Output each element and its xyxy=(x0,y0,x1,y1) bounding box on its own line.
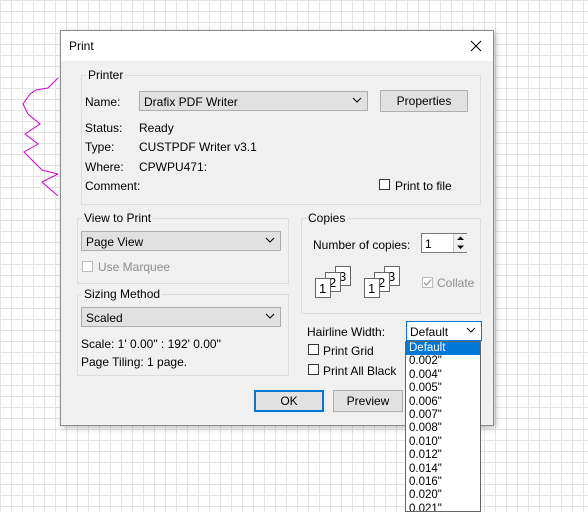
page-tiling-text: Page Tiling: 1 page. xyxy=(81,355,188,369)
printer-name-select[interactable]: Drafix PDF Writer xyxy=(139,91,368,111)
print-grid-checkbox[interactable] xyxy=(308,344,319,355)
dropdown-option[interactable]: 0.008" xyxy=(406,422,480,435)
type-value: CUSTPDF Writer v3.1 xyxy=(139,140,257,154)
chevron-down-icon xyxy=(466,327,476,333)
dropdown-option[interactable]: 0.010" xyxy=(406,436,480,449)
collate-label: Collate xyxy=(437,276,475,290)
collate-pages-icon: 3 2 1 xyxy=(364,266,412,300)
ok-button[interactable]: OK xyxy=(254,390,324,412)
comment-label: Comment: xyxy=(85,179,141,193)
copies-spinner[interactable] xyxy=(453,234,467,252)
dropdown-option[interactable]: 0.005" xyxy=(406,382,480,395)
check-icon xyxy=(423,279,432,286)
dialog-title: Print xyxy=(69,39,94,53)
number-of-copies-value: 1 xyxy=(425,237,432,251)
chevron-down-icon xyxy=(352,97,362,103)
close-icon[interactable] xyxy=(459,31,493,61)
preview-button[interactable]: Preview xyxy=(333,390,403,412)
dropdown-option[interactable]: 0.012" xyxy=(406,449,480,462)
print-to-file-label: Print to file xyxy=(395,179,452,193)
dropdown-option[interactable]: 0.006" xyxy=(406,396,480,409)
hairline-width-select[interactable]: Default xyxy=(406,321,482,341)
print-all-black-checkbox[interactable] xyxy=(308,364,319,375)
dropdown-option[interactable]: 0.014" xyxy=(406,463,480,476)
chevron-down-icon xyxy=(265,237,275,243)
dropdown-option[interactable]: 0.002" xyxy=(406,355,480,368)
use-marquee-label: Use Marquee xyxy=(98,260,171,274)
sizing-method-select[interactable]: Scaled xyxy=(81,307,281,327)
printer-group-label: Printer xyxy=(86,68,126,82)
chevron-down-icon xyxy=(265,313,275,319)
print-all-black-label: Print All Black xyxy=(323,364,397,378)
name-label: Name: xyxy=(85,95,121,109)
title-bar: Print xyxy=(61,31,493,61)
view-to-print-select[interactable]: Page View xyxy=(81,231,281,251)
hairline-width-label: Hairline Width: xyxy=(307,325,386,339)
dropdown-option[interactable]: 0.004" xyxy=(406,369,480,382)
dropdown-option[interactable]: 0.007" xyxy=(406,409,480,422)
spin-up-icon[interactable] xyxy=(456,235,465,242)
spin-down-icon[interactable] xyxy=(456,244,465,251)
dropdown-option[interactable]: 0.020" xyxy=(406,489,480,502)
dropdown-option[interactable]: Default xyxy=(406,342,480,356)
hairline-width-dropdown-list[interactable]: Default 0.002" 0.004" 0.005" 0.006" 0.00… xyxy=(405,341,481,512)
view-to-print-label: View to Print xyxy=(82,211,154,225)
number-of-copies-input[interactable]: 1 xyxy=(421,233,467,253)
page-digit: 1 xyxy=(319,281,327,296)
dropdown-option[interactable]: 0.021" xyxy=(406,503,480,511)
number-of-copies-label: Number of copies: xyxy=(313,238,411,252)
scale-text: Scale: 1' 0.00" : 192' 0.00" xyxy=(81,337,221,351)
properties-button[interactable]: Properties xyxy=(380,90,468,112)
collate-pages-icon: 3 2 1 xyxy=(315,266,363,300)
sizing-method-value: Scaled xyxy=(86,311,123,325)
where-label: Where: xyxy=(85,160,124,174)
view-to-print-value: Page View xyxy=(86,235,144,249)
sizing-method-label: Sizing Method xyxy=(82,287,163,301)
where-value: CPWPU471: xyxy=(139,160,208,174)
status-value: Ready xyxy=(139,121,174,135)
status-label: Status: xyxy=(85,121,123,135)
hairline-width-value: Default xyxy=(410,325,449,339)
drawing-shape xyxy=(22,78,59,196)
printer-name-value: Drafix PDF Writer xyxy=(144,95,238,109)
print-to-file-checkbox[interactable] xyxy=(379,179,390,190)
dropdown-option[interactable]: 0.016" xyxy=(406,476,480,489)
print-grid-label: Print Grid xyxy=(323,344,374,358)
use-marquee-checkbox[interactable] xyxy=(82,261,93,272)
copies-label: Copies xyxy=(306,211,348,225)
view-to-print-group: View to Print xyxy=(77,211,289,284)
page-digit: 1 xyxy=(368,281,376,296)
collate-checkbox[interactable] xyxy=(422,277,433,288)
type-label: Type: xyxy=(85,140,115,154)
